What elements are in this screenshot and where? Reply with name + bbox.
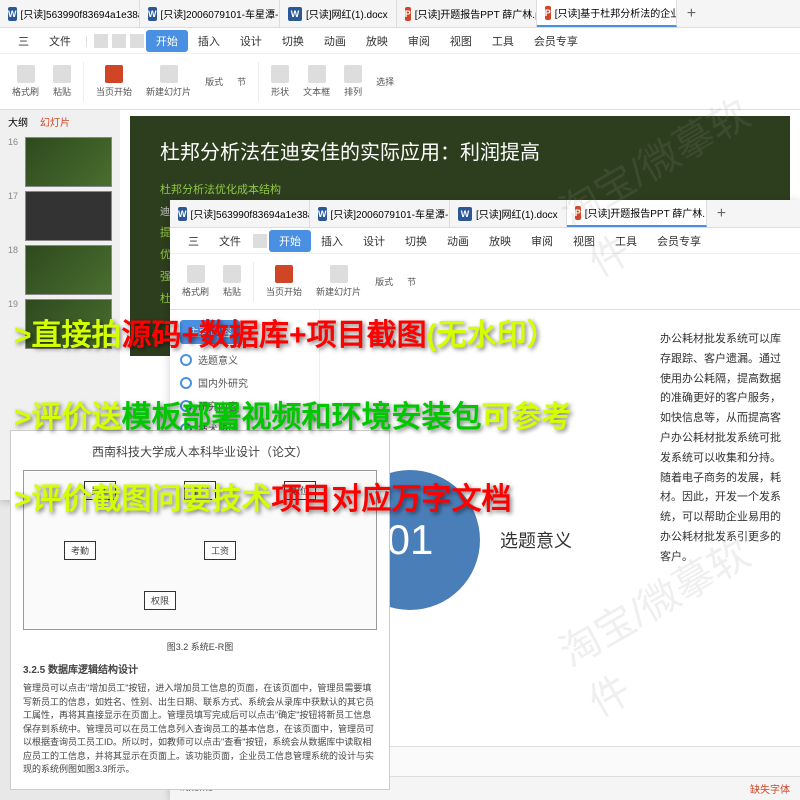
menu-design[interactable]: 设计: [353, 233, 395, 249]
new-tab-button[interactable]: +: [677, 5, 706, 23]
figure-caption: 图3.2 系统E-R图: [23, 640, 377, 653]
menu-bar: 三 文件 | 开始 插入 设计 切换 动画 放映 审阅 视图 工具 会员专享: [0, 28, 800, 54]
menu-slideshow[interactable]: 放映: [479, 233, 521, 249]
nav-item-1[interactable]: 选题意义: [180, 352, 309, 367]
section-button[interactable]: 节: [231, 73, 252, 90]
menu-review[interactable]: 审阅: [521, 233, 563, 249]
thumbnail-17[interactable]: 17: [8, 191, 112, 241]
outline-tab[interactable]: 大纲: [8, 114, 28, 129]
select-button[interactable]: 选择: [370, 73, 400, 90]
nav-item-2[interactable]: 国内外研究: [180, 375, 309, 390]
section-heading: 选题意义: [500, 527, 572, 553]
slide-subtitle: 杜邦分析法优化成本结构: [160, 181, 760, 197]
menu-animation[interactable]: 动画: [314, 33, 356, 49]
from-current-button[interactable]: 当页开始: [90, 63, 138, 100]
menu-insert[interactable]: 插入: [311, 233, 353, 249]
tab-label: [只读]2006079101-车星潭-泸州福...: [161, 6, 281, 21]
shapes-button[interactable]: 形状: [265, 63, 295, 100]
save-icon[interactable]: [94, 34, 108, 48]
menu-design[interactable]: 设计: [230, 33, 272, 49]
new-slide-button[interactable]: 新建幻灯片: [140, 63, 197, 100]
undo-icon[interactable]: [112, 34, 126, 48]
section-title: 3.2.5 数据库逻辑结构设计: [23, 661, 377, 676]
tab-doc-1[interactable]: W[只读]563990f83694a1e38a4ff65c...: [170, 200, 310, 227]
menu-view[interactable]: 视图: [440, 33, 482, 49]
menu-view[interactable]: 视图: [563, 233, 605, 249]
textbox-button[interactable]: 文本框: [297, 63, 336, 100]
menu-transition[interactable]: 切换: [395, 233, 437, 249]
menu-hamburger[interactable]: 三: [8, 33, 39, 49]
tab-doc-4[interactable]: P[只读]开题报告PPT 薛广林.pptx: [397, 0, 537, 27]
overlay-line-2: >评价送模板部署视频和环境安装包可参考: [14, 392, 572, 436]
save-icon[interactable]: [253, 234, 267, 248]
layout-button[interactable]: 版式: [369, 273, 399, 290]
menu-animation[interactable]: 动画: [437, 233, 479, 249]
new-slide-button[interactable]: 新建幻灯片: [310, 263, 367, 300]
toolbar: 格式刷 粘贴 当页开始 新建幻灯片 版式 节: [170, 254, 800, 310]
menu-file[interactable]: 文件: [209, 233, 251, 249]
menu-slideshow[interactable]: 放映: [356, 33, 398, 49]
tab-label: [只读]开题报告PPT 薛广林...: [585, 205, 707, 220]
tab-doc-3[interactable]: W[只读]网红(1).docx: [280, 0, 397, 27]
doc-body: 管理员可以点击"增加员工"按钮，进入增加员工信息的页面，在该页面中，管理员需要填…: [23, 682, 377, 777]
menu-vip[interactable]: 会员专享: [647, 233, 711, 249]
new-tab-button[interactable]: +: [707, 205, 736, 223]
section-button[interactable]: 节: [401, 273, 422, 290]
toolbar: 格式刷 粘贴 当页开始 新建幻灯片 版式 节 形状 文本框 排列 选择: [0, 54, 800, 110]
menu-hamburger[interactable]: 三: [178, 233, 209, 249]
tab-doc-2[interactable]: W[只读]2006079101-车星潭-泸州福...: [140, 0, 280, 27]
tab-label: [只读]网红(1).docx: [306, 6, 388, 21]
tab-bar: W[只读]563990f83694a1e38a4ff65c... W[只读]20…: [170, 200, 800, 228]
paragraph-text: 办公耗材批发系统可以库存跟踪、客户遗漏。通过使用办公耗隔，提高数据的准确更好的客…: [650, 320, 800, 720]
arrange-button[interactable]: 排列: [338, 63, 368, 100]
paste-button[interactable]: 粘贴: [47, 63, 77, 100]
tab-label: [只读]563990f83694a1e38a4ff65c...: [21, 6, 141, 21]
tab-doc-4[interactable]: P[只读]开题报告PPT 薛广林...: [567, 200, 707, 227]
tab-label: [只读]开题报告PPT 薛广林.pptx: [415, 6, 537, 21]
tab-label: [只读]网红(1).docx: [476, 206, 558, 221]
tab-label: [只读]2006079101-车星潭-泸州福...: [331, 206, 451, 221]
paste-button[interactable]: 粘贴: [217, 263, 247, 300]
from-current-button[interactable]: 当页开始: [260, 263, 308, 300]
layout-button[interactable]: 版式: [199, 73, 229, 90]
menu-start[interactable]: 开始: [146, 30, 188, 52]
tab-label: [只读]基于杜邦分析法的企业...: [555, 5, 677, 20]
thumbnail-16[interactable]: 16: [8, 137, 112, 187]
menu-file[interactable]: 文件: [39, 33, 81, 49]
menu-tools[interactable]: 工具: [605, 233, 647, 249]
overlay-line-3: >评价截图问要技术项目对应万字文档: [14, 474, 512, 518]
menu-tools[interactable]: 工具: [482, 33, 524, 49]
tab-doc-1[interactable]: W[只读]563990f83694a1e38a4ff65c...: [0, 0, 140, 27]
missing-fonts-warning[interactable]: 缺失字体: [750, 781, 790, 796]
tab-doc-5[interactable]: P[只读]基于杜邦分析法的企业...×: [537, 0, 677, 27]
menu-start[interactable]: 开始: [269, 230, 311, 252]
menu-transition[interactable]: 切换: [272, 33, 314, 49]
format-painter-button[interactable]: 格式刷: [6, 63, 45, 100]
slide-title: 杜邦分析法在迪安佳的实际应用：利润提高: [160, 136, 760, 165]
format-painter-button[interactable]: 格式刷: [176, 263, 215, 300]
menu-bar: 三 文件 开始 插入 设计 切换 动画 放映 审阅 视图 工具 会员专享: [170, 228, 800, 254]
tab-doc-2[interactable]: W[只读]2006079101-车星潭-泸州福...: [310, 200, 450, 227]
tab-doc-3[interactable]: W[只读]网红(1).docx: [450, 200, 567, 227]
redo-icon[interactable]: [130, 34, 144, 48]
overlay-line-1: >直接拍源码+数据库+项目截图(无水印）: [14, 310, 557, 354]
menu-vip[interactable]: 会员专享: [524, 33, 588, 49]
tab-label: [只读]563990f83694a1e38a4ff65c...: [191, 206, 311, 221]
slides-tab[interactable]: 幻灯片: [40, 114, 70, 129]
doc-header: 西南科技大学成人本科毕业设计（论文）: [23, 443, 377, 460]
tab-bar: W[只读]563990f83694a1e38a4ff65c... W[只读]20…: [0, 0, 800, 28]
thumbnail-18[interactable]: 18: [8, 245, 112, 295]
menu-insert[interactable]: 插入: [188, 33, 230, 49]
menu-review[interactable]: 审阅: [398, 33, 440, 49]
